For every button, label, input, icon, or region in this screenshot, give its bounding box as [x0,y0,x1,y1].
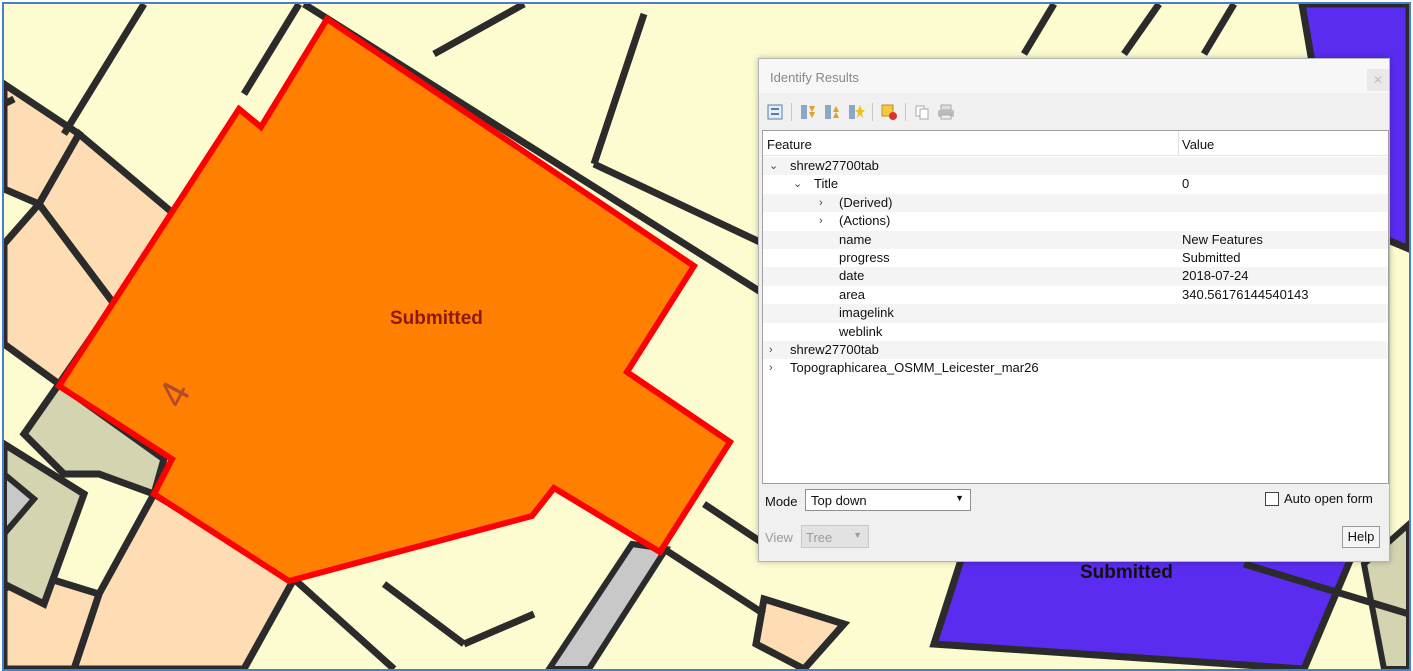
column-separator[interactable] [1178,131,1179,155]
value-column-header[interactable]: Value [1182,137,1214,152]
tree-row[interactable]: name New Features [763,230,1388,249]
dialog-titlebar[interactable]: Identify Results ✕ [759,59,1389,93]
collapse-all-icon[interactable] [822,102,842,122]
tree-row[interactable]: ⌄ shrew27700tab [763,157,1388,176]
tree-row[interactable]: ⌄ Title 0 [763,175,1388,193]
identify-toolbar [765,100,956,124]
attribute-name: date [839,268,865,284]
tree-row[interactable]: › (Derived) [763,193,1388,213]
auto-open-form-checkbox[interactable]: Auto open form [1265,491,1373,506]
clear-results-icon[interactable] [879,102,899,122]
toolbar-separator [872,103,873,121]
view-value: Tree [806,530,833,545]
results-tree[interactable]: Feature Value ⌄ shrew27700tab ⌄ Title 0 … [762,130,1389,484]
tree-row[interactable]: weblink [763,323,1388,341]
mode-label: Mode [765,494,798,509]
dialog-title: Identify Results [770,70,859,85]
feature-label: (Actions) [839,213,891,229]
expand-all-icon[interactable] [798,102,818,122]
mode-value: Top down [811,493,867,508]
view-label: View [765,530,793,545]
view-dropdown: Tree ▼ [801,525,869,548]
expand-arrow-icon[interactable]: › [769,359,781,377]
collapse-arrow-icon[interactable]: ⌄ [793,175,805,193]
attribute-name: name [839,231,872,247]
attribute-name: imagelink [839,305,894,321]
attribute-name: progress [839,250,890,265]
attribute-value: 2018-07-24 [1182,268,1249,284]
dropdown-arrow-icon: ▼ [853,530,862,540]
attribute-value: Submitted [1182,250,1241,265]
tree-row[interactable]: progress Submitted [763,249,1388,267]
feature-label: Title [814,176,839,192]
feature-label: (Derived) [839,194,893,210]
tree-row[interactable]: imagelink [763,304,1388,323]
feature-label: shrew27700tab [790,158,879,173]
identify-results-dialog: Identify Results ✕ Feature Value ⌄ shrew… [758,58,1390,562]
mode-dropdown[interactable]: Top down ▼ [805,489,971,511]
tree-row[interactable]: › shrew27700tab [763,341,1388,360]
feature-column-header[interactable]: Feature [767,137,812,152]
feature-label: Topographicarea_OSMM_Leicester_mar26 [790,360,1039,376]
expand-new-results-icon[interactable] [846,102,866,122]
parcel-status-label-2: Submitted [1080,562,1173,583]
dropdown-arrow-icon: ▼ [955,493,964,503]
attribute-name: area [839,286,866,302]
expand-tree-icon[interactable] [765,102,785,122]
attribute-name: weblink [839,323,883,339]
parcel-status-label: Submitted [390,308,483,329]
tree-row[interactable]: date 2018-07-24 [763,267,1388,286]
help-button[interactable]: Help [1342,526,1380,548]
collapse-arrow-icon[interactable]: ⌄ [769,157,781,175]
tree-row[interactable]: › (Actions) [763,212,1388,230]
expand-arrow-icon[interactable]: › [769,341,781,359]
toolbar-separator [905,103,906,121]
toolbar-separator [791,103,792,121]
attribute-value: 340.56176144540143 [1182,286,1309,302]
expand-arrow-icon[interactable]: › [819,194,831,212]
tree-row[interactable]: › Topographicarea_OSMM_Leicester_mar26 [763,359,1388,377]
auto-open-form-label: Auto open form [1284,491,1373,506]
expand-arrow-icon[interactable]: › [819,212,831,230]
tree-header: Feature Value [763,131,1388,156]
feature-value: 0 [1182,176,1190,192]
feature-label: shrew27700tab [790,342,879,357]
checkbox-box[interactable] [1265,491,1279,506]
attribute-value: New Features [1182,231,1263,247]
copy-feature-icon[interactable] [912,102,932,122]
tree-row[interactable]: area 340.56176144540143 [763,286,1388,304]
print-icon[interactable] [936,102,956,122]
close-icon[interactable]: ✕ [1367,69,1389,91]
